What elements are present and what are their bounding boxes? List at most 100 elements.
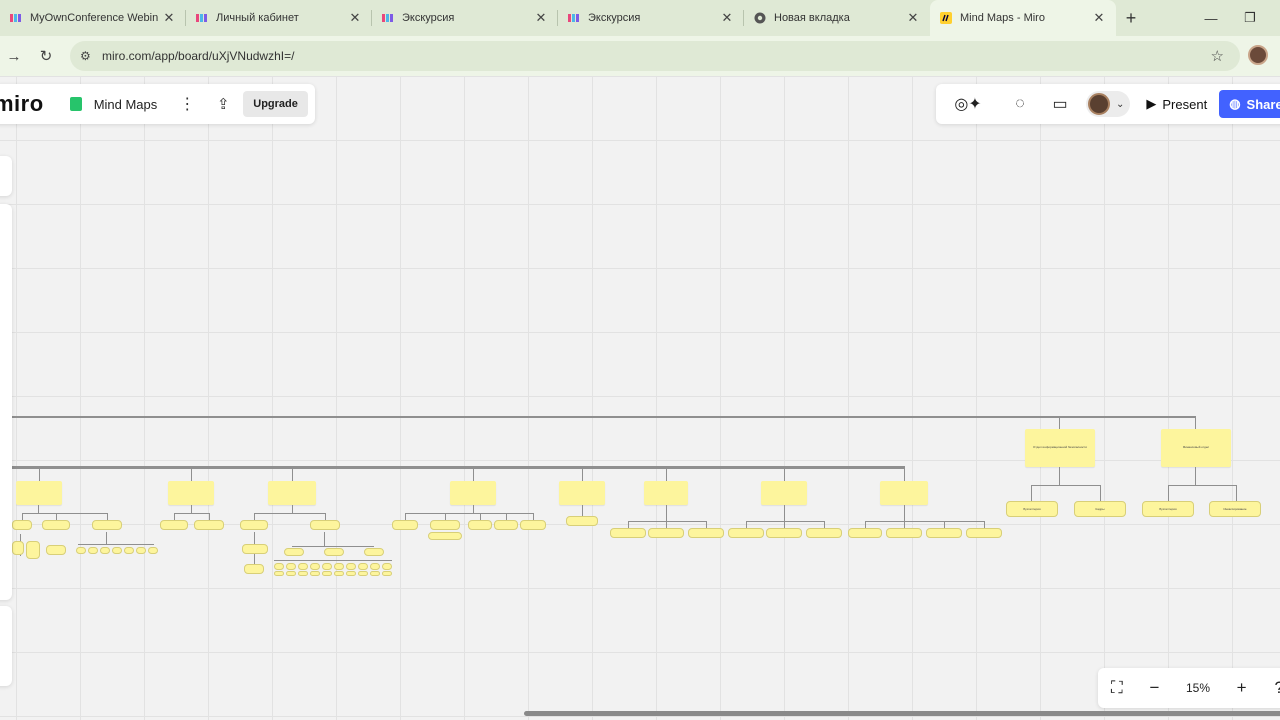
creation-toolbar[interactable] [0,204,12,600]
mind-map-leaf[interactable] [310,520,340,530]
mind-map-leaf[interactable] [112,547,122,554]
share-button[interactable]: ◍ Share [1219,90,1280,118]
mind-map-leaf[interactable] [286,563,296,570]
reload-icon[interactable]: ↻ [32,47,60,65]
profile-avatar[interactable] [1248,45,1268,65]
mind-map-leaf[interactable] [334,563,344,570]
mind-map-leaf[interactable] [42,520,70,530]
mind-map-leaf[interactable] [494,520,518,530]
mind-map-leaf[interactable] [346,563,356,570]
help-icon[interactable]: ? [1260,678,1280,698]
mind-map-leaf[interactable] [136,547,146,554]
browser-tab[interactable]: MyOwnConference Webin ✕ [0,0,186,36]
zoom-in-icon[interactable]: + [1223,678,1261,698]
mind-map-node[interactable] [761,481,807,505]
mind-map-leaf[interactable] [12,520,32,530]
mind-map-leaf[interactable] [100,547,110,554]
mind-map-leaf[interactable] [966,528,1002,538]
side-toolbar-top[interactable] [0,156,12,196]
close-icon[interactable]: ✕ [534,10,548,26]
mind-map-leaf[interactable] [926,528,962,538]
mind-map-leaf[interactable] [468,520,492,530]
mind-map-leaf[interactable] [298,563,308,570]
mind-map-leaf[interactable] [610,528,646,538]
mind-map-node[interactable] [450,481,496,505]
browser-tab-active[interactable]: Mind Maps - Miro ✕ [930,0,1116,36]
video-call-icon[interactable]: ▭ [1040,94,1080,114]
mind-map-leaf[interactable] [430,520,460,530]
chat-icon[interactable]: ◌ [1000,95,1040,113]
mind-map-leaf[interactable] [364,548,384,556]
mind-map-node[interactable]: Финансовый отдел [1161,429,1231,467]
mind-map-leaf[interactable] [244,564,264,574]
mind-map-leaf[interactable] [566,516,598,526]
browser-tab[interactable]: Личный кабинет ✕ [186,0,372,36]
mind-map-leaf[interactable] [160,520,188,530]
mind-map-leaf[interactable] [382,563,392,570]
mind-map-leaf[interactable] [148,547,158,554]
close-icon[interactable]: ✕ [906,10,920,26]
mind-map-leaf[interactable] [392,520,418,530]
mind-map-leaf[interactable] [382,571,392,576]
mind-map-leaf[interactable] [324,548,344,556]
mind-map-leaf[interactable] [240,520,268,530]
board-name[interactable]: Mind Maps [94,97,158,112]
omnibox[interactable]: ⚙ miro.com/app/board/uXjVNudwzhI=/ ☆ [70,41,1240,71]
mind-map-leaf[interactable] [358,571,368,576]
mind-map-leaf[interactable] [648,528,684,538]
mind-map-leaf[interactable] [520,520,546,530]
mind-map-node[interactable] [168,481,214,505]
mind-map-leaf[interactable] [88,547,98,554]
mind-map-leaf[interactable] [76,547,86,554]
mind-map-leaf[interactable] [242,544,268,554]
export-icon[interactable]: ⇪ [209,95,237,113]
mind-map-leaf[interactable] [848,528,882,538]
mind-map-node[interactable] [644,481,688,505]
mind-map-leaf[interactable] [334,571,344,576]
mind-map-leaf[interactable] [26,541,40,559]
mind-map-leaf[interactable] [766,528,802,538]
mind-map-leaf[interactable]: Бухгалтерия [1142,501,1194,517]
mind-map-node[interactable] [559,481,605,505]
mind-map-leaf[interactable] [688,528,724,538]
mind-map-leaf[interactable] [92,520,122,530]
browser-tab[interactable]: Экскурсия ✕ [372,0,558,36]
mind-map-leaf[interactable]: Инкассирование [1209,501,1261,517]
mind-map-leaf[interactable]: Кадры [1074,501,1126,517]
close-icon[interactable]: ✕ [720,10,734,26]
mind-map-leaf[interactable] [274,571,284,576]
mind-map-leaf[interactable] [322,563,332,570]
browser-tab[interactable]: Экскурсия ✕ [558,0,744,36]
mind-map-leaf[interactable] [728,528,764,538]
mind-map-leaf[interactable] [428,532,462,540]
mind-map-node[interactable] [268,481,316,505]
reactions-icon[interactable]: ◎✦ [936,94,1000,114]
new-tab-button[interactable]: + [1116,8,1146,29]
close-icon[interactable]: ✕ [1092,10,1106,26]
mind-map-leaf[interactable] [286,571,296,576]
mind-map-leaf[interactable] [370,563,380,570]
mind-map-leaf[interactable] [310,571,320,576]
mind-map-leaf[interactable] [274,563,284,570]
close-icon[interactable]: ✕ [162,10,176,26]
present-button[interactable]: ▶ Present [1138,96,1215,112]
mind-map-leaf[interactable] [322,571,332,576]
restore-icon[interactable]: ❐ [1230,0,1270,36]
zoom-level[interactable]: 15% [1173,681,1223,695]
mind-map-node[interactable] [880,481,928,505]
mind-map-leaf[interactable] [806,528,842,538]
forward-icon[interactable]: → [0,48,28,65]
more-menu-icon[interactable]: ⋮ [177,94,197,114]
upgrade-button[interactable]: Upgrade [243,91,308,117]
side-toolbar-bottom[interactable] [0,606,12,686]
mind-map-leaf[interactable] [346,571,356,576]
site-info-icon[interactable]: ⚙ [80,49,98,63]
mind-map-leaf[interactable]: Бухгалтерия [1006,501,1058,517]
mind-map-leaf[interactable] [194,520,224,530]
board-canvas[interactable]: Отдел информационной безопасности Финансо… [0,76,1280,720]
mind-map-leaf[interactable] [298,571,308,576]
miro-logo[interactable]: miro [0,91,44,117]
horizontal-scrollbar[interactable] [524,711,1280,716]
zoom-out-icon[interactable]: − [1136,678,1174,698]
mind-map-node[interactable]: Отдел информационной безопасности [1025,429,1095,467]
